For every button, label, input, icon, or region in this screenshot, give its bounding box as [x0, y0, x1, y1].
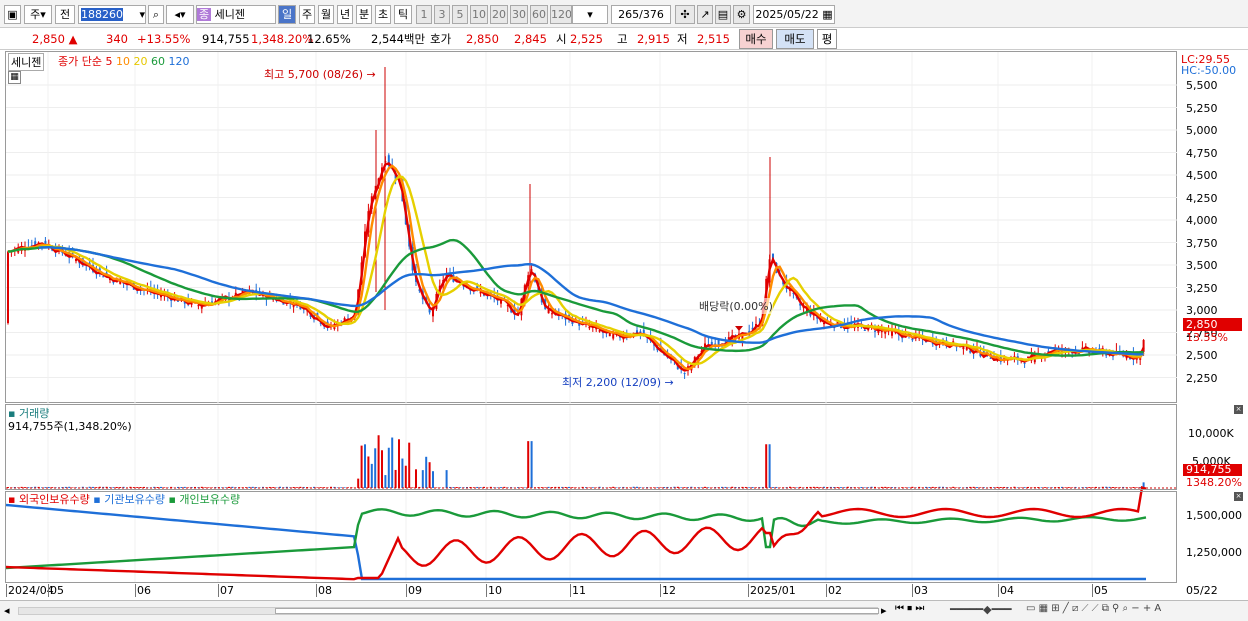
stock-tab[interactable]: 세니젠	[8, 53, 45, 71]
scroll-right-icon[interactable]: ▸	[881, 604, 887, 617]
x-tick: 2025/01	[748, 584, 796, 597]
candle-body	[840, 327, 842, 329]
dividend-marker	[735, 326, 743, 331]
ma-legend-item: 120	[168, 55, 190, 68]
scroll-footer: ◂ ▸ ⏮ ⏹ ⏭ ━━━━━◆━━━ ▭ ▦ ⊞ ╱ ⧄ ⟋ ⟋ ⧉ ⚲ ⌕ …	[0, 600, 1248, 621]
candle-body	[1023, 362, 1026, 364]
low-note: 최저 2,200 (12/09) →	[562, 376, 674, 389]
x-tick: 02	[826, 584, 842, 597]
x-tick: 09	[406, 584, 422, 597]
x-tick: 12	[660, 584, 676, 597]
y-tick: 5,000	[1186, 124, 1218, 137]
vol-tick-1: 10,000K	[1188, 427, 1234, 440]
y-tick: 2,250	[1186, 371, 1218, 385]
x-tick: 07	[218, 584, 234, 597]
scroll-left-icon[interactable]: ◂	[4, 604, 10, 617]
x-tick: 05	[48, 584, 64, 597]
current-price-tag: 2,850	[1183, 318, 1242, 331]
x-tick: 04	[998, 584, 1014, 597]
y-tick: 2,500	[1186, 349, 1218, 362]
candle-body	[683, 373, 686, 375]
candle-body	[717, 339, 720, 345]
holders-legend-item: ▪ 기관보유수량	[93, 493, 169, 506]
close-holders-icon[interactable]: ×	[1234, 492, 1243, 501]
dividend-note: 배당락(0.00%)	[699, 298, 773, 314]
ma-legend-item: 60	[150, 55, 169, 68]
volume-value: 914,755주(1,348.20%)	[8, 420, 132, 433]
holders-legend-item: ▪ 개인보유수량	[168, 493, 241, 506]
y-tick: 5,250	[1186, 101, 1218, 115]
x-tick: 2024/04	[6, 584, 54, 597]
y-tick: 3,000	[1186, 304, 1218, 317]
x-tick: 05	[1092, 584, 1108, 597]
holders-legend: ▪ 외국인보유수량 ▪ 기관보유수량 ▪ 개인보유수량	[8, 491, 240, 507]
y-tick: 4,750	[1186, 146, 1218, 160]
moving-average-line	[38, 246, 1144, 356]
x-tick: 03	[912, 584, 928, 597]
scroll-thumb[interactable]	[275, 608, 879, 614]
current-volume-tag: 914,755	[1183, 464, 1242, 476]
holders-legend-item: ▪ 외국인보유수량	[8, 493, 94, 506]
y-tick: 5,500	[1186, 79, 1218, 92]
volume-panel	[5, 404, 1177, 490]
ma-legend-item: 5	[105, 55, 116, 68]
candle-body	[102, 276, 105, 278]
candle-body	[551, 313, 553, 315]
y-tick: 3,250	[1186, 281, 1218, 295]
close-volume-icon[interactable]: ×	[1234, 405, 1243, 414]
x-tick: 08	[316, 584, 332, 597]
moving-average-line	[7, 164, 1145, 371]
y-tick: 4,250	[1186, 191, 1218, 205]
ma-legend: 종가 단순 5 10 20 60 120	[58, 55, 190, 68]
candle-body	[588, 326, 591, 329]
x-tick: 06	[135, 584, 151, 597]
candle-body	[197, 305, 200, 307]
current-pct-tag: 13.55%	[1186, 331, 1228, 344]
holders-tick-2: 1,250,000	[1186, 546, 1242, 559]
holders-tick-1: 1,500,000	[1186, 509, 1242, 522]
candle-body	[7, 251, 9, 324]
x-axis-end: 05/22	[1186, 584, 1218, 597]
candle-body	[530, 269, 533, 271]
y-tick: 4,500	[1186, 169, 1218, 182]
tool-icons[interactable]: ▭ ▦ ⊞ ╱ ⧄ ⟋ ⟋ ⧉ ⚲ ⌕ − + A	[1026, 603, 1161, 614]
y-tick: 4,000	[1186, 214, 1218, 227]
ma-legend-item: 20	[133, 55, 151, 68]
nav-buttons[interactable]: ⏮ ⏹ ⏭	[895, 603, 924, 614]
candle-body	[874, 330, 876, 332]
zoom-slider[interactable]: ━━━━━◆━━━	[950, 603, 1011, 616]
scrollbar[interactable]	[18, 607, 879, 615]
y-tick: 3,500	[1186, 259, 1218, 272]
candle-body	[911, 338, 914, 341]
high-note: 최고 5,700 (08/26) →	[264, 68, 376, 81]
x-tick: 11	[570, 584, 586, 597]
candle-body	[863, 329, 866, 331]
hc-label: HC:-50.00	[1181, 64, 1237, 77]
table-icon[interactable]: ▦	[8, 71, 21, 84]
x-tick: 10	[486, 584, 502, 597]
ma-legend-item: 10	[115, 55, 134, 68]
current-vol-pct: 1348.20%	[1186, 476, 1242, 489]
candle-body	[612, 334, 615, 339]
candle-body	[710, 341, 713, 345]
y-tick: 3,750	[1186, 236, 1218, 250]
candle-body	[292, 306, 295, 308]
